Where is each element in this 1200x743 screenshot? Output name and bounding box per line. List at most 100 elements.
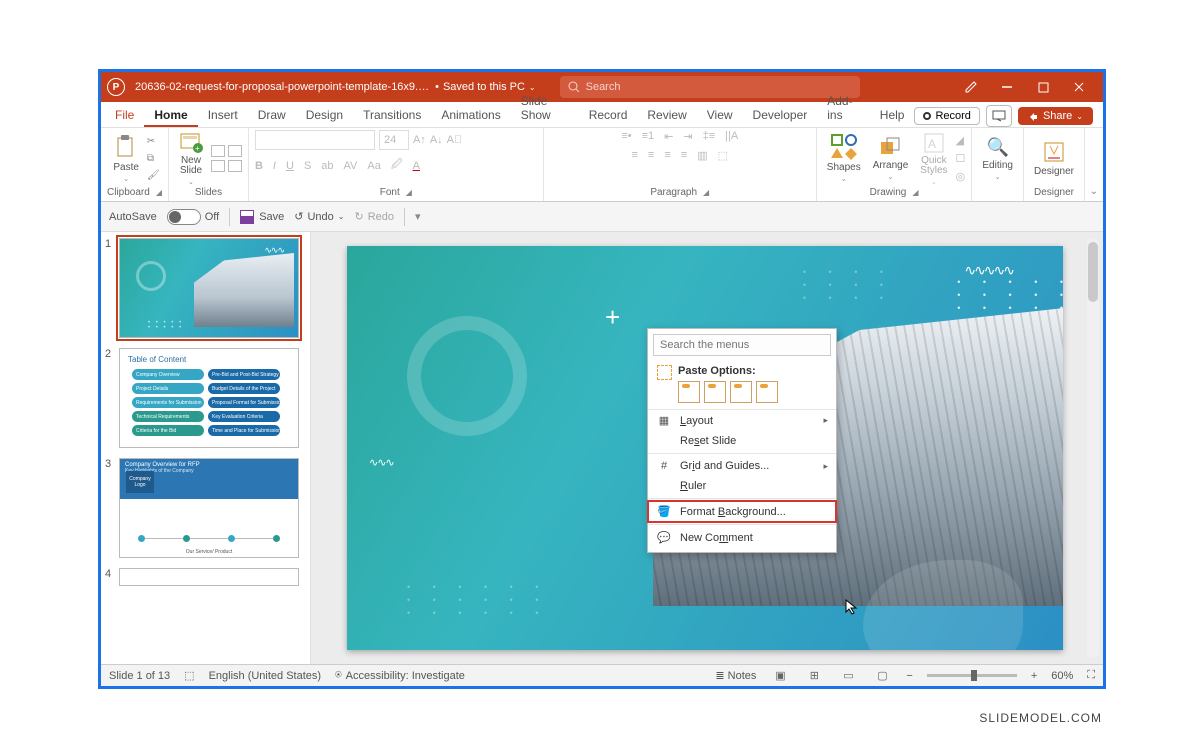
zoom-slider[interactable]	[927, 674, 1017, 677]
decrease-font-icon[interactable]: A↓	[430, 134, 443, 146]
dialog-launcher-icon[interactable]: ◢	[703, 188, 709, 197]
fit-button[interactable]: ⛶	[1087, 669, 1095, 682]
indent-right-icon[interactable]: ⇥	[683, 130, 692, 143]
paste-text-icon[interactable]	[756, 381, 778, 403]
present-button[interactable]	[986, 105, 1012, 127]
new-slide-button[interactable]: + New Slide⌄	[175, 132, 207, 186]
record-button[interactable]: Record	[914, 107, 979, 125]
normal-view-button[interactable]: ▣	[770, 668, 790, 684]
menu-format-background[interactable]: 🪣Format Background...	[648, 501, 836, 522]
slideshow-view-button[interactable]: ▢	[872, 668, 892, 684]
shape-fill-icon[interactable]: ◢	[956, 134, 966, 147]
highlight-button[interactable]: 🖉	[391, 156, 403, 175]
zoom-out-button[interactable]: −	[906, 670, 912, 682]
zoom-handle[interactable]	[971, 670, 977, 681]
slide-thumb-1[interactable]: 1 ∿∿∿ • • • • •• • • • •	[105, 238, 306, 338]
tab-record[interactable]: Record	[579, 104, 638, 127]
paste-button[interactable]: Paste⌄	[109, 134, 143, 183]
menu-reset-slide[interactable]: Reset Slide	[648, 431, 836, 451]
shape-effects-icon[interactable]: ◎	[956, 170, 966, 183]
strike-button[interactable]: S	[304, 160, 311, 172]
redo-button[interactable]: ↻Redo	[354, 210, 394, 223]
minimize-button[interactable]	[989, 72, 1025, 102]
menu-layout[interactable]: ▦Layout▸	[648, 410, 836, 431]
pencil-icon[interactable]	[953, 72, 989, 102]
sorter-view-button[interactable]: ⊞	[804, 668, 824, 684]
arrange-button[interactable]: Arrange⌄	[869, 136, 913, 181]
font-color-button[interactable]: A	[413, 160, 420, 172]
tab-developer[interactable]: Developer	[743, 104, 818, 127]
tab-draw[interactable]: Draw	[248, 104, 296, 127]
line-spacing-icon[interactable]: ‡≡	[703, 130, 716, 143]
numbering-icon[interactable]: ≡1	[642, 130, 655, 143]
paste-keep-source-icon[interactable]	[678, 381, 700, 403]
undo-button[interactable]: ↺Undo⌄	[294, 210, 344, 223]
menu-new-comment[interactable]: 💬New Comment	[648, 527, 836, 548]
tab-insert[interactable]: Insert	[198, 104, 248, 127]
font-name-box[interactable]	[255, 130, 375, 150]
font-size-box[interactable]: 24	[379, 130, 409, 150]
share-button[interactable]: Share⌄	[1018, 107, 1093, 125]
underline-button[interactable]: U	[286, 160, 294, 172]
paste-use-dest-icon[interactable]	[704, 381, 726, 403]
collapse-ribbon-button[interactable]: ⌄	[1085, 128, 1103, 201]
search-box[interactable]: Search	[560, 76, 860, 98]
case-button[interactable]: Aa	[367, 160, 380, 172]
align-center-icon[interactable]: ≡	[648, 149, 654, 162]
designer-button[interactable]: Designer	[1030, 140, 1078, 177]
paste-picture-icon[interactable]	[730, 381, 752, 403]
format-painter-icon[interactable]: 🖌	[147, 170, 160, 181]
copy-icon[interactable]: ⧉	[147, 153, 160, 164]
tab-file[interactable]: File	[105, 104, 144, 127]
accessibility-status[interactable]: ⍟Accessibility: Investigate	[335, 669, 465, 682]
tab-help[interactable]: Help	[870, 104, 915, 127]
tab-transitions[interactable]: Transitions	[353, 104, 431, 127]
columns-icon[interactable]: ▥	[697, 149, 707, 162]
spell-check-icon[interactable]: ⬚	[184, 669, 194, 682]
shape-outline-icon[interactable]: ☐	[956, 152, 966, 165]
dialog-launcher-icon[interactable]: ◢	[912, 188, 918, 197]
tab-view[interactable]: View	[697, 104, 743, 127]
align-left-icon[interactable]: ≡	[632, 149, 638, 162]
tab-slideshow[interactable]: Slide Show	[511, 90, 579, 127]
zoom-level[interactable]: 60%	[1051, 670, 1073, 682]
cut-icon[interactable]: ✂	[147, 136, 160, 147]
autosave-toggle[interactable]: Off	[167, 209, 219, 225]
bold-button[interactable]: B	[255, 160, 263, 172]
close-button[interactable]	[1061, 72, 1097, 102]
save-button[interactable]: Save	[240, 210, 284, 224]
slide-thumb-4[interactable]: 4	[105, 568, 306, 586]
menu-ruler[interactable]: Ruler	[648, 476, 836, 496]
menu-grid-guides[interactable]: #Grid and Guides...▸	[648, 456, 836, 476]
slide-thumb-2[interactable]: 2 Table of Content Company OverviewPre-B…	[105, 348, 306, 448]
dialog-launcher-icon[interactable]: ◢	[156, 188, 162, 197]
clear-format-icon[interactable]: A⃠	[447, 134, 463, 146]
shapes-button[interactable]: Shapes⌄	[823, 134, 865, 183]
zoom-in-button[interactable]: +	[1031, 670, 1037, 682]
layout-icon[interactable]	[211, 145, 242, 172]
italic-button[interactable]: I	[273, 160, 276, 172]
increase-font-icon[interactable]: A↑	[413, 134, 426, 146]
shadow-button[interactable]: ab	[321, 160, 333, 172]
dialog-launcher-icon[interactable]: ◢	[406, 188, 412, 197]
smartart-icon[interactable]: ⬚	[718, 149, 728, 162]
editing-button[interactable]: 🔍Editing⌄	[978, 137, 1017, 181]
justify-icon[interactable]: ≡	[681, 149, 687, 162]
bullets-icon[interactable]: ≡•	[621, 130, 631, 143]
text-direction-icon[interactable]: ||A	[725, 130, 738, 143]
slide-canvas-area[interactable]: + ∿∿∿∿∿ ∿∿∿ • • • •• • • •• • • • • • • …	[311, 232, 1103, 664]
maximize-button[interactable]	[1025, 72, 1061, 102]
indent-left-icon[interactable]: ⇤	[664, 130, 673, 143]
qat-overflow-button[interactable]: ▾	[415, 210, 421, 223]
slide-canvas[interactable]: + ∿∿∿∿∿ ∿∿∿ • • • •• • • •• • • • • • • …	[347, 246, 1063, 650]
tab-review[interactable]: Review	[637, 104, 696, 127]
quick-styles-button[interactable]: AQuick Styles⌄	[916, 132, 951, 186]
scroll-handle[interactable]	[1088, 242, 1098, 302]
menu-search-input[interactable]	[653, 334, 831, 356]
tab-animations[interactable]: Animations	[431, 104, 510, 127]
spacing-button[interactable]: AV	[344, 160, 358, 172]
slide-counter[interactable]: Slide 1 of 13	[109, 670, 170, 682]
tab-design[interactable]: Design	[296, 104, 353, 127]
align-right-icon[interactable]: ≡	[664, 149, 670, 162]
reading-view-button[interactable]: ▭	[838, 668, 858, 684]
